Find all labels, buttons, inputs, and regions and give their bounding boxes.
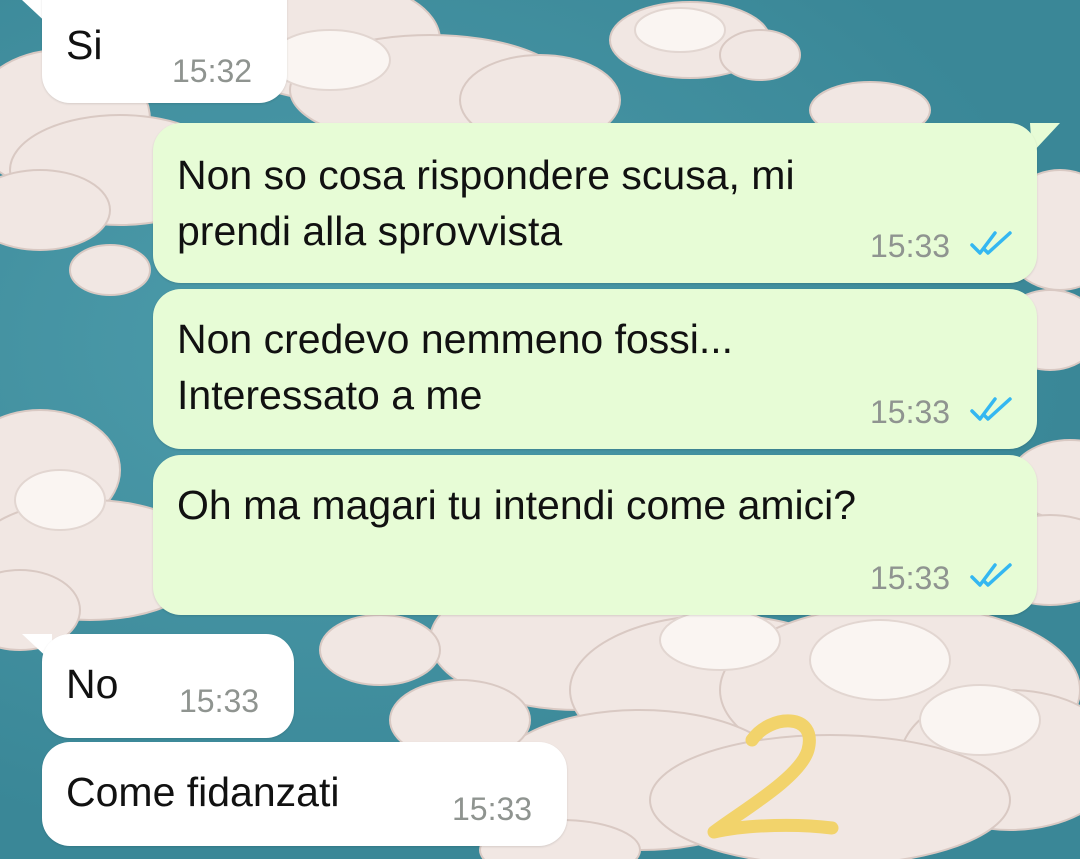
double-check-icon [970, 563, 1012, 587]
message-time: 15:32 [172, 53, 253, 89]
message-text: Non so cosa rispondere scusa, mi prendi … [177, 152, 795, 254]
message-bubble-outgoing[interactable]: Oh ma magari tu intendi come amici? 15:3… [153, 455, 1037, 615]
message-text: No [66, 661, 119, 707]
message-time: 15:33 [452, 791, 533, 827]
message-bubble-incoming[interactable]: No 15:33 [42, 634, 294, 738]
message-time: 15:33 [870, 228, 951, 264]
double-check-icon [970, 397, 1012, 421]
message-time: 15:33 [179, 683, 260, 719]
message-time: 15:33 [870, 560, 951, 596]
message-bubble-outgoing[interactable]: Non so cosa rispondere scusa, mi prendi … [153, 123, 1037, 283]
double-check-icon [970, 231, 1012, 255]
message-bubble-outgoing[interactable]: Non credevo nemmeno fossi... Interessato… [153, 289, 1037, 449]
message-text: Si [66, 22, 103, 68]
message-text: Come fidanzati [66, 769, 340, 815]
message-text: Oh ma magari tu intendi come amici? [177, 482, 857, 528]
message-bubble-incoming[interactable]: Come fidanzati 15:33 [42, 742, 567, 846]
handwritten-number-annotation [707, 714, 839, 839]
message-bubble-incoming[interactable]: Si 15:32 [42, 0, 287, 103]
message-text: Non credevo nemmeno fossi... Interessato… [177, 316, 734, 418]
message-time: 15:33 [870, 394, 951, 430]
